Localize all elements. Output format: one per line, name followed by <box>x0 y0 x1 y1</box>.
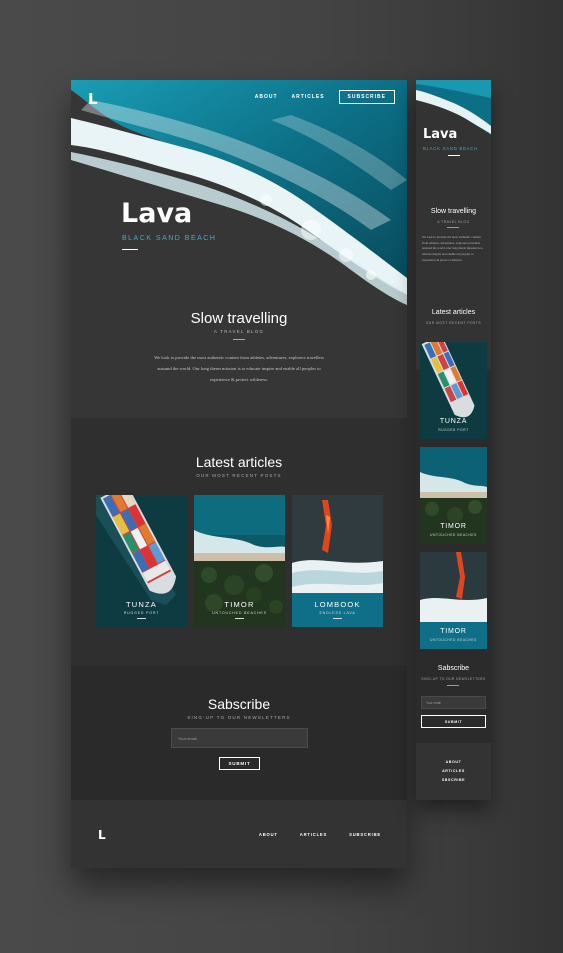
mobile-footer-subscribe-link[interactable]: SBSCRIBE <box>442 778 465 782</box>
mobile-subtitle: BLACK SAND BEACH <box>423 146 478 151</box>
card-title: LOMBOOK <box>314 600 361 609</box>
mobile-mockup: Lava BLACK SAND BEACH Slow travelling A … <box>416 80 491 800</box>
mobile-card-title: TIMOR <box>440 523 467 530</box>
hero-divider <box>122 249 138 250</box>
mobile-card-timor[interactable]: TIMOR UNTOUCHED BEACHES <box>420 447 487 544</box>
mobile-card-subtitle: UNTOUCHED BEACHES <box>430 638 477 642</box>
mobile-subscribe-divider <box>447 685 459 686</box>
footer-about-link[interactable]: ABOUT <box>259 832 278 837</box>
latest-subtitle: OUR MOST RECENT POSTS <box>196 473 282 478</box>
nav-articles-link[interactable]: ARTICLES <box>292 94 325 100</box>
mobile-hero-image <box>416 80 491 370</box>
mobile-card-title: TIMOR <box>440 628 467 635</box>
card-divider <box>333 618 342 619</box>
intro-subtitle: A TRAVEL BLOG <box>213 329 265 334</box>
mobile-card-subtitle: UNTOUCHED BEACHES <box>430 533 477 537</box>
email-field[interactable]: Your email <box>171 728 308 748</box>
article-card-lombook[interactable]: LOMBOOK ENDLESS LAVA <box>292 495 383 627</box>
hero-section: L ABOUT ARTICLES SUBSCRIBE Lava BLACK SA… <box>71 80 407 418</box>
mobile-email-field[interactable]: Your email <box>421 696 486 709</box>
mobile-article-cards: TUNZA RUGGED PORT TIMOR UNTOUCHED BEACHE… <box>420 342 487 649</box>
hero-subtitle: BLACK SAND BEACH <box>122 235 217 242</box>
card-divider <box>235 618 244 619</box>
mobile-footer-about-link[interactable]: ABOUT <box>446 760 462 764</box>
subscribe-section: Sabscribe SING-UP TO OUR NEWSLETTERS You… <box>71 666 407 800</box>
intro-title: Slow travelling <box>190 310 288 327</box>
mobile-intro-subtitle: A TRAVEL BLOG <box>437 220 470 224</box>
nav-about-link[interactable]: ABOUT <box>255 94 278 100</box>
mobile-footer: ABOUT ARTICLES SBSCRIBE <box>416 743 491 800</box>
article-card-timor[interactable]: TIMOR UNTOUCHED BEACHES <box>194 495 285 627</box>
mobile-card-subtitle: RUGGED PORT <box>438 428 469 432</box>
mobile-divider <box>448 155 460 156</box>
mobile-latest-subtitle: OUR MOST RECENT POSTS <box>425 321 482 325</box>
footer-subscribe-link[interactable]: SUBSCRIBE <box>349 832 381 837</box>
mobile-intro-divider <box>447 227 459 228</box>
card-subtitle: UNTOUCHED BEACHES <box>212 611 267 615</box>
logo[interactable]: L <box>88 90 98 108</box>
card-subtitle: ENDLESS LAVA <box>319 611 356 615</box>
mobile-subscribe-subtitle: SING-UP TO OUR NEWSLETTERS <box>421 677 486 681</box>
mobile-submit-button[interactable]: SUBMIT <box>421 715 486 728</box>
mobile-intro-title: Slow travelling <box>430 208 477 215</box>
footer: L ABOUT ARTICLES SUBSCRIBE <box>71 800 407 868</box>
intro-divider <box>233 339 245 340</box>
submit-button[interactable]: SUBMIT <box>219 757 260 770</box>
card-subtitle: RUGGED PORT <box>123 611 160 615</box>
mobile-card-lava[interactable]: TIMOR UNTOUCHED BEACHES <box>420 552 487 649</box>
intro-description: We look to provide the most authentic co… <box>154 355 324 382</box>
card-title: TIMOR <box>224 600 255 609</box>
footer-logo[interactable]: L <box>98 828 106 842</box>
footer-nav: ABOUT ARTICLES SUBSCRIBE <box>259 832 381 837</box>
top-nav: ABOUT ARTICLES SUBSCRIBE <box>255 90 395 104</box>
mobile-title: Lava <box>423 127 458 142</box>
mobile-hero: Lava BLACK SAND BEACH Slow travelling A … <box>416 80 491 370</box>
footer-articles-link[interactable]: ARTICLES <box>300 832 327 837</box>
mobile-footer-articles-link[interactable]: ARTICLES <box>442 769 465 773</box>
subscribe-subtitle: SING-UP TO OUR NEWSLETTERS <box>187 715 291 720</box>
mobile-card-tunza[interactable]: TUNZA RUGGED PORT <box>420 342 487 439</box>
mobile-footer-nav: ABOUT ARTICLES SBSCRIBE <box>416 760 491 782</box>
mobile-intro-description: We look to provide the most authentic co… <box>422 235 484 262</box>
article-cards: TUNZA RUGGED PORT TIMOR UNTOUCHED BEACHE… <box>96 495 383 627</box>
mobile-latest-title: Latest articles <box>431 309 476 316</box>
mobile-subscribe-title: Sabscribe <box>437 665 470 672</box>
latest-articles-section: Latest articles OUR MOST RECENT POSTS TU… <box>71 418 407 666</box>
desktop-mockup: L ABOUT ARTICLES SUBSCRIBE Lava BLACK SA… <box>71 80 407 868</box>
hero-title: Lava <box>121 198 193 229</box>
article-card-tunza[interactable]: TUNZA RUGGED PORT <box>96 495 187 627</box>
card-title: TUNZA <box>126 600 157 609</box>
card-divider <box>137 618 146 619</box>
latest-title: Latest articles <box>195 454 283 470</box>
mobile-card-title: TUNZA <box>439 418 468 425</box>
nav-subscribe-button[interactable]: SUBSCRIBE <box>338 90 395 104</box>
subscribe-title: Sabscribe <box>207 696 271 712</box>
